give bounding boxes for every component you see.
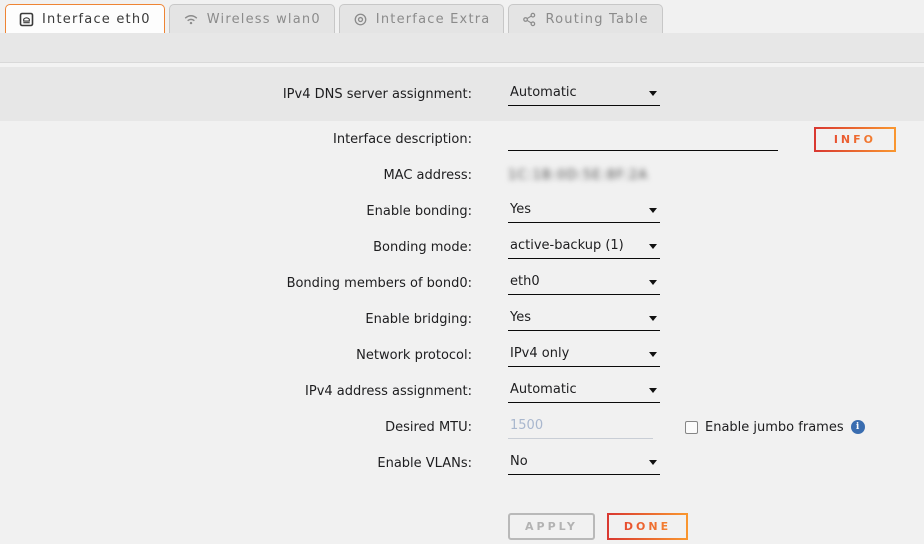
info-button[interactable]: INFO [814, 127, 896, 152]
dns-assignment-select[interactable]: Automatic [508, 83, 660, 106]
enable-bridging-label: Enable bridging: [0, 312, 472, 327]
tab-routing-table[interactable]: Routing Table [508, 4, 662, 33]
chevron-down-icon [649, 388, 657, 393]
bonding-members-row: Bonding members of bond0: eth0 [0, 265, 924, 301]
chevron-down-icon [649, 352, 657, 357]
enable-bonding-value: Yes [510, 202, 531, 217]
tab-interface-extra[interactable]: Interface Extra [339, 4, 505, 33]
desired-mtu-input [508, 416, 653, 439]
mac-address-row: MAC address: 1C:1B:0D:5E:8F:2A [0, 157, 924, 193]
enable-bridging-row: Enable bridging: Yes [0, 301, 924, 337]
tab-label: Routing Table [545, 12, 648, 27]
network-protocol-label: Network protocol: [0, 348, 472, 363]
ipv4-address-assignment-row: IPv4 address assignment: Automatic [0, 373, 924, 409]
bonding-mode-select[interactable]: active-backup (1) [508, 236, 660, 259]
network-protocol-value: IPv4 only [510, 346, 569, 361]
chevron-down-icon [649, 244, 657, 249]
bonding-members-select[interactable]: eth0 [508, 272, 660, 295]
interface-form: Interface description: INFO MAC address:… [0, 121, 924, 544]
form-actions: APPLY DONE [0, 508, 924, 544]
chevron-down-icon [649, 460, 657, 465]
apply-button[interactable]: APPLY [508, 513, 595, 540]
tab-label: Interface Extra [376, 12, 491, 27]
dns-panel: IPv4 DNS server assignment: Automatic [0, 67, 924, 121]
interface-port-icon [19, 12, 34, 27]
tab-label: Wireless wlan0 [207, 12, 321, 27]
interface-description-label: Interface description: [0, 132, 472, 147]
enable-vlans-select[interactable]: No [508, 452, 660, 475]
mac-address-label: MAC address: [0, 168, 472, 183]
tab-label: Interface eth0 [42, 12, 151, 27]
dns-assignment-label: IPv4 DNS server assignment: [0, 87, 472, 102]
enable-bonding-select[interactable]: Yes [508, 200, 660, 223]
dns-assignment-value: Automatic [510, 85, 577, 100]
jumbo-frames-label: Enable jumbo frames [705, 420, 844, 435]
bonding-members-label: Bonding members of bond0: [0, 276, 472, 291]
tab-wireless-wlan0[interactable]: Wireless wlan0 [169, 4, 335, 33]
bonding-members-value: eth0 [510, 274, 540, 289]
enable-bonding-row: Enable bonding: Yes [0, 193, 924, 229]
enable-vlans-label: Enable VLANs: [0, 456, 472, 471]
chevron-down-icon [649, 91, 657, 96]
info-tooltip-icon[interactable]: i [851, 420, 865, 434]
jumbo-frames-group: Enable jumbo frames i [685, 420, 865, 435]
wifi-icon [183, 12, 199, 27]
network-protocol-select[interactable]: IPv4 only [508, 344, 660, 367]
network-protocol-row: Network protocol: IPv4 only [0, 337, 924, 373]
share-nodes-icon [522, 12, 537, 27]
ipv4-address-assignment-select[interactable]: Automatic [508, 380, 660, 403]
enable-bonding-label: Enable bonding: [0, 204, 472, 219]
target-icon [353, 12, 368, 27]
ipv4-address-assignment-label: IPv4 address assignment: [0, 384, 472, 399]
bonding-mode-value: active-backup (1) [510, 238, 624, 253]
enable-bridging-value: Yes [510, 310, 531, 325]
chevron-down-icon [649, 280, 657, 285]
network-settings-page: Interface eth0 Wireless wlan0 Interface … [0, 0, 924, 544]
enable-vlans-value: No [510, 454, 528, 469]
tab-interface-eth0[interactable]: Interface eth0 [5, 4, 165, 33]
ipv4-address-assignment-value: Automatic [510, 382, 577, 397]
toolbar-band [0, 33, 924, 62]
tab-bar: Interface eth0 Wireless wlan0 Interface … [0, 0, 924, 33]
jumbo-frames-checkbox[interactable] [685, 421, 698, 434]
interface-description-input[interactable] [508, 128, 778, 151]
enable-bridging-select[interactable]: Yes [508, 308, 660, 331]
desired-mtu-row: Desired MTU: Enable jumbo frames i [0, 409, 924, 445]
mac-address-value: 1C:1B:0D:5E:8F:2A [508, 168, 648, 183]
chevron-down-icon [649, 208, 657, 213]
chevron-down-icon [649, 316, 657, 321]
desired-mtu-label: Desired MTU: [0, 420, 472, 435]
done-button[interactable]: DONE [607, 513, 688, 540]
enable-vlans-row: Enable VLANs: No [0, 445, 924, 481]
interface-description-row: Interface description: INFO [0, 121, 924, 157]
bonding-mode-row: Bonding mode: active-backup (1) [0, 229, 924, 265]
bonding-mode-label: Bonding mode: [0, 240, 472, 255]
